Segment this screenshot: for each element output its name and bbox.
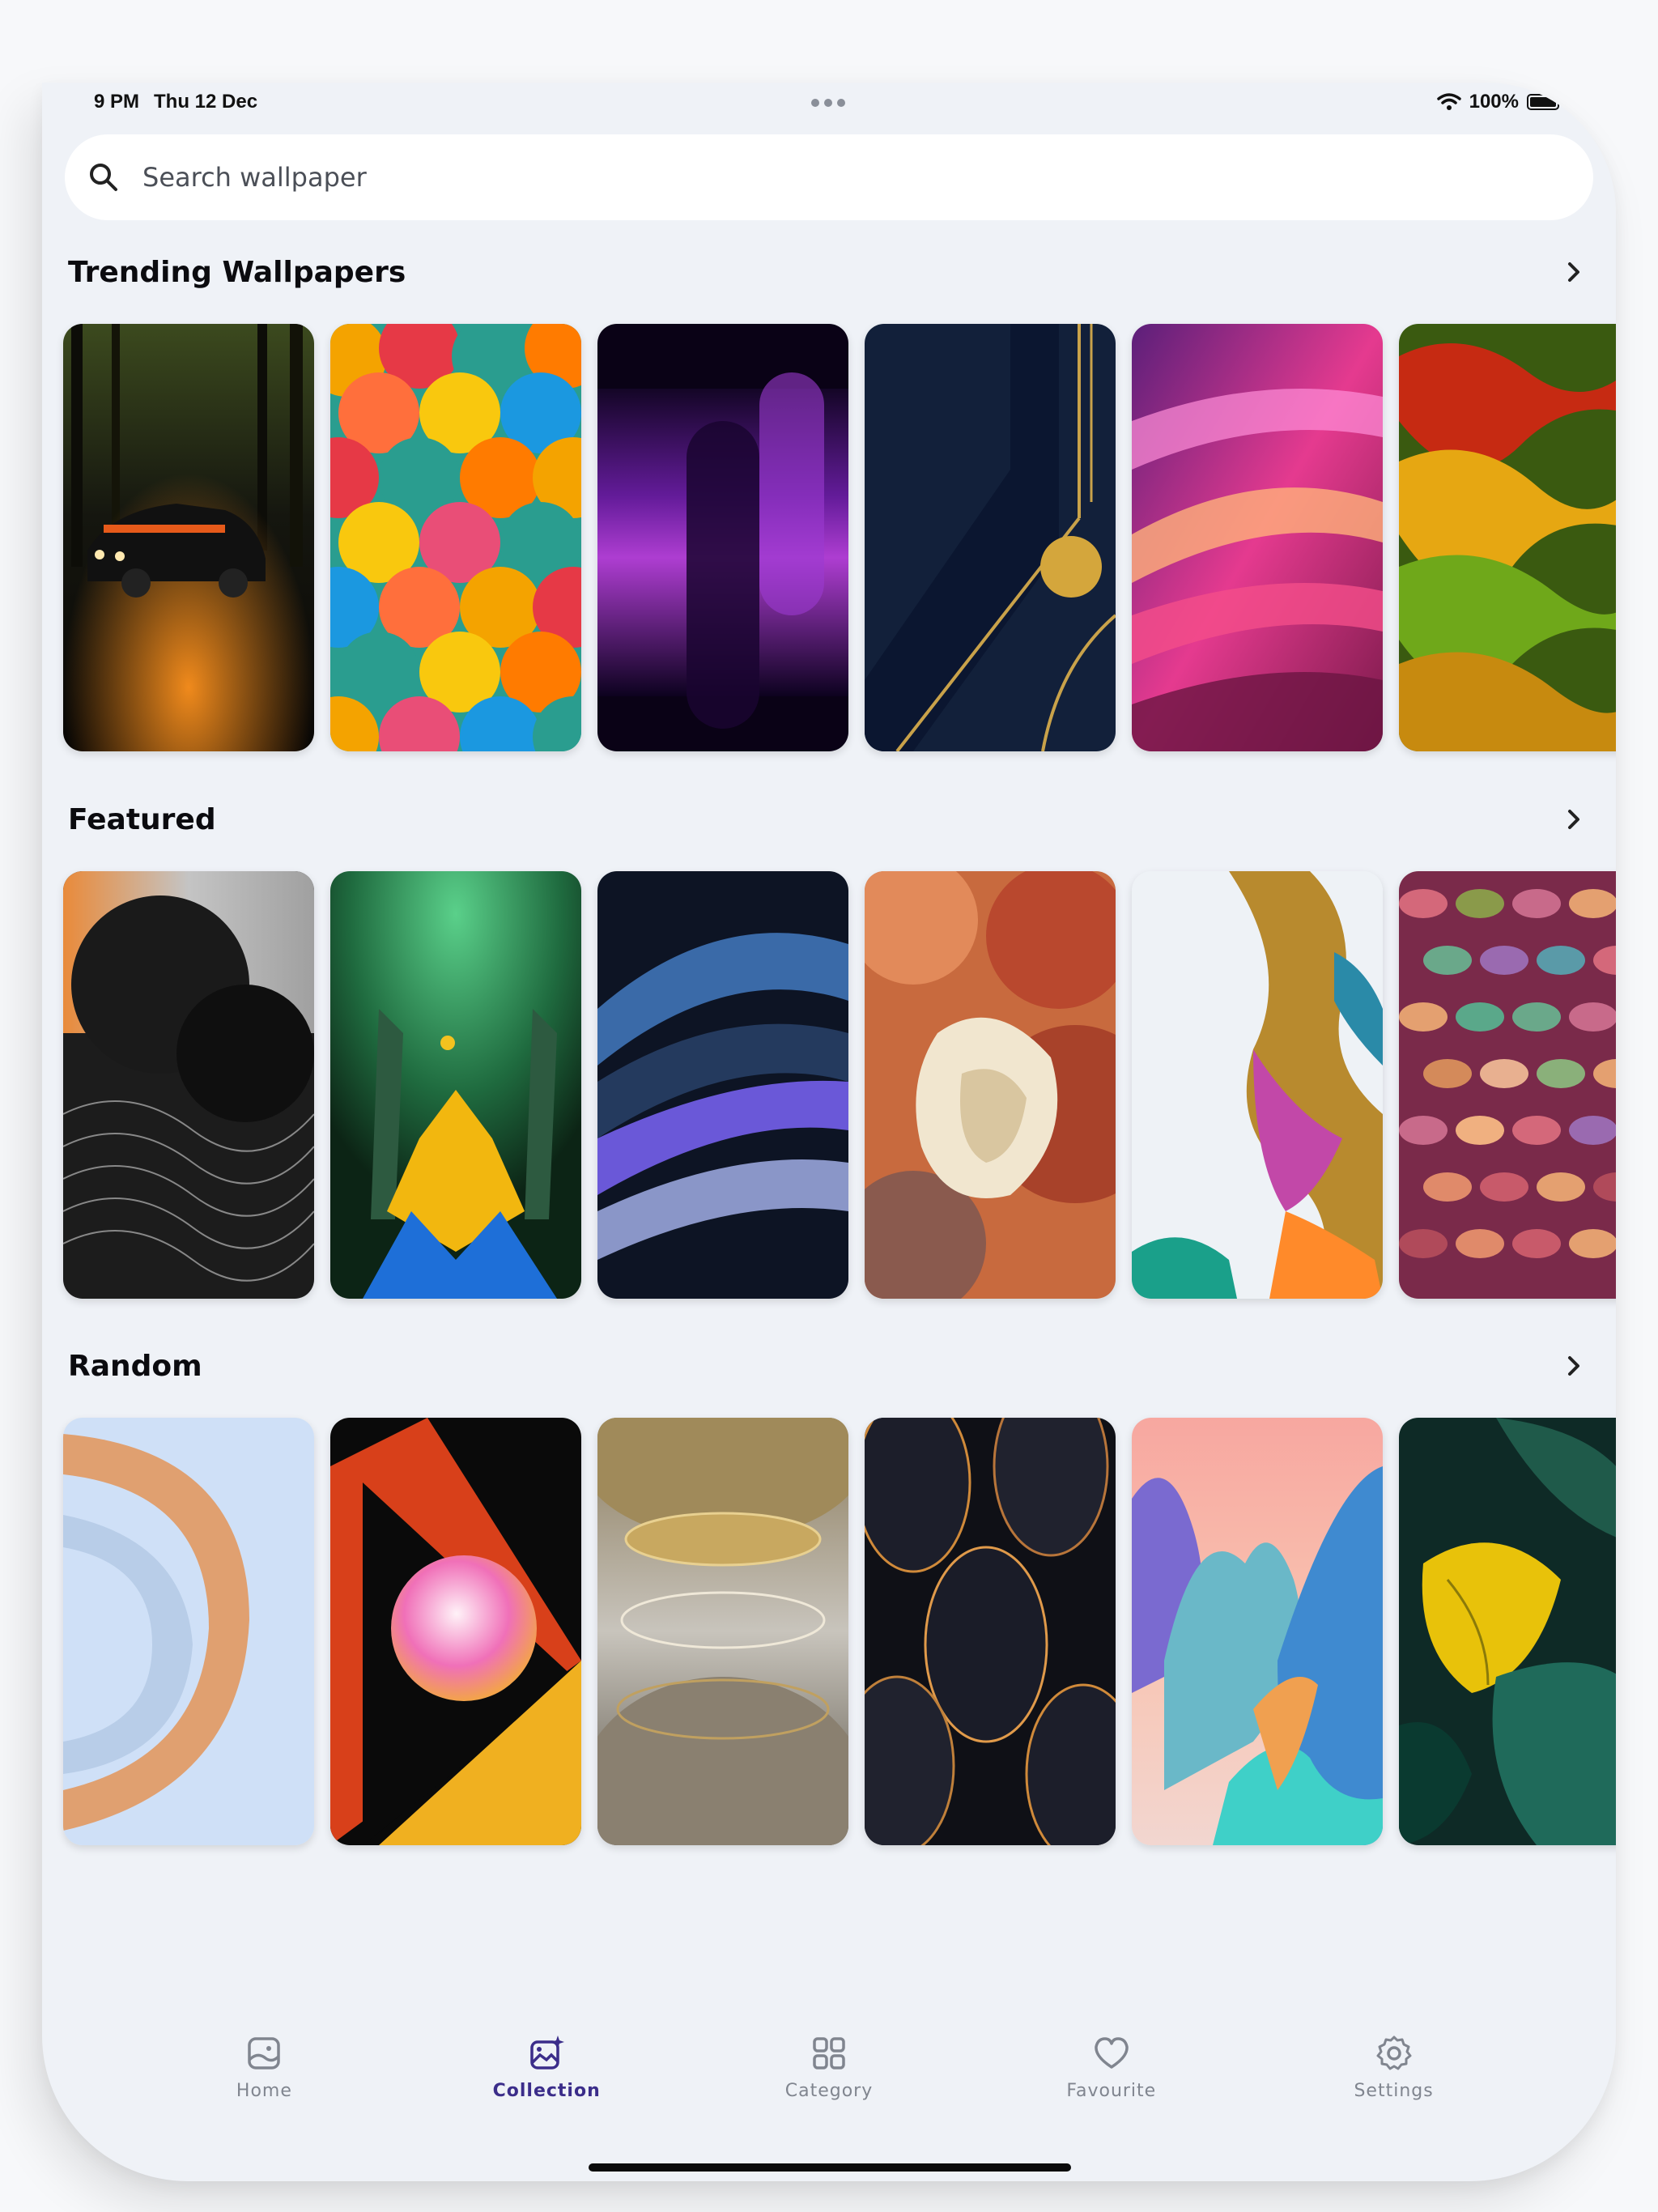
wallpaper-thumbnail[interactable] xyxy=(597,871,848,1299)
tab-home[interactable]: Home xyxy=(175,2034,353,2147)
wallpaper-thumbnail[interactable] xyxy=(1132,324,1383,751)
section-header-random: Random xyxy=(68,1342,1590,1390)
multitasking-dots-icon[interactable] xyxy=(811,99,845,107)
heart-icon xyxy=(1095,2037,1129,2069)
section-title: Featured xyxy=(68,802,216,836)
wallpaper-thumbnail[interactable] xyxy=(63,871,314,1299)
wifi-icon xyxy=(1436,93,1461,110)
wallpaper-thumbnail[interactable] xyxy=(63,324,314,751)
grid-icon xyxy=(813,2037,845,2069)
battery-percent: 100% xyxy=(1469,91,1519,113)
tab-settings[interactable]: Settings xyxy=(1305,2034,1483,2147)
wallpaper-thumbnail[interactable] xyxy=(865,871,1116,1299)
tab-favourite[interactable]: Favourite xyxy=(1022,2034,1201,2147)
chevron-right-icon[interactable] xyxy=(1558,1350,1590,1382)
chevron-right-icon[interactable] xyxy=(1558,256,1590,288)
battery-icon xyxy=(1527,94,1559,110)
wallpaper-thumbnail[interactable] xyxy=(1132,871,1383,1299)
wallpaper-thumbnail[interactable] xyxy=(330,324,581,751)
image-sparkle-icon xyxy=(530,2035,565,2069)
image-icon xyxy=(248,2037,281,2069)
section-header-featured: Featured xyxy=(68,795,1590,844)
status-bar: 9 PM Thu 12 Dec 100% xyxy=(42,83,1616,123)
wallpaper-thumbnail[interactable] xyxy=(1399,324,1616,751)
wallpaper-thumbnail[interactable] xyxy=(597,1418,848,1845)
chevron-right-icon[interactable] xyxy=(1558,803,1590,836)
wallpaper-thumbnail[interactable] xyxy=(63,1418,314,1845)
tab-label: Settings xyxy=(1354,2081,1434,2101)
search-bar[interactable] xyxy=(65,134,1593,220)
tab-collection[interactable]: Collection xyxy=(457,2034,636,2147)
search-icon xyxy=(90,164,117,191)
tab-category[interactable]: Category xyxy=(740,2034,918,2147)
status-right: 100% xyxy=(1436,91,1559,113)
app-screen: 9 PM Thu 12 Dec 100% Trending Wallpapers xyxy=(42,83,1616,2181)
status-date: Thu 12 Dec xyxy=(154,91,258,113)
wallpaper-row-featured xyxy=(63,871,1616,1299)
wallpaper-row-random xyxy=(63,1418,1616,1845)
wallpaper-thumbnail[interactable] xyxy=(1399,871,1616,1299)
tab-label: Category xyxy=(784,2081,874,2101)
wallpaper-thumbnail[interactable] xyxy=(597,324,848,751)
wallpaper-thumbnail[interactable] xyxy=(1132,1418,1383,1845)
status-time-date: 9 PM Thu 12 Dec xyxy=(94,91,257,113)
wallpaper-row-trending xyxy=(63,324,1616,751)
home-indicator[interactable] xyxy=(589,2163,1071,2172)
bottom-tab-bar: Home Collection Category Favourite Setti… xyxy=(42,2034,1616,2147)
status-time: 9 PM xyxy=(94,91,140,113)
wallpaper-thumbnail[interactable] xyxy=(1399,1418,1616,1845)
wallpaper-thumbnail[interactable] xyxy=(865,1418,1116,1845)
wallpaper-thumbnail[interactable] xyxy=(330,1418,581,1845)
tab-label: Home xyxy=(236,2081,292,2101)
gear-icon xyxy=(1376,2035,1412,2070)
search-input[interactable] xyxy=(142,162,1438,193)
wallpaper-thumbnail[interactable] xyxy=(330,871,581,1299)
section-header-trending: Trending Wallpapers xyxy=(68,248,1590,296)
section-title: Random xyxy=(68,1349,202,1383)
section-title: Trending Wallpapers xyxy=(68,255,406,289)
tab-label: Collection xyxy=(492,2081,601,2101)
tab-label: Favourite xyxy=(1066,2081,1157,2101)
wallpaper-thumbnail[interactable] xyxy=(865,324,1116,751)
